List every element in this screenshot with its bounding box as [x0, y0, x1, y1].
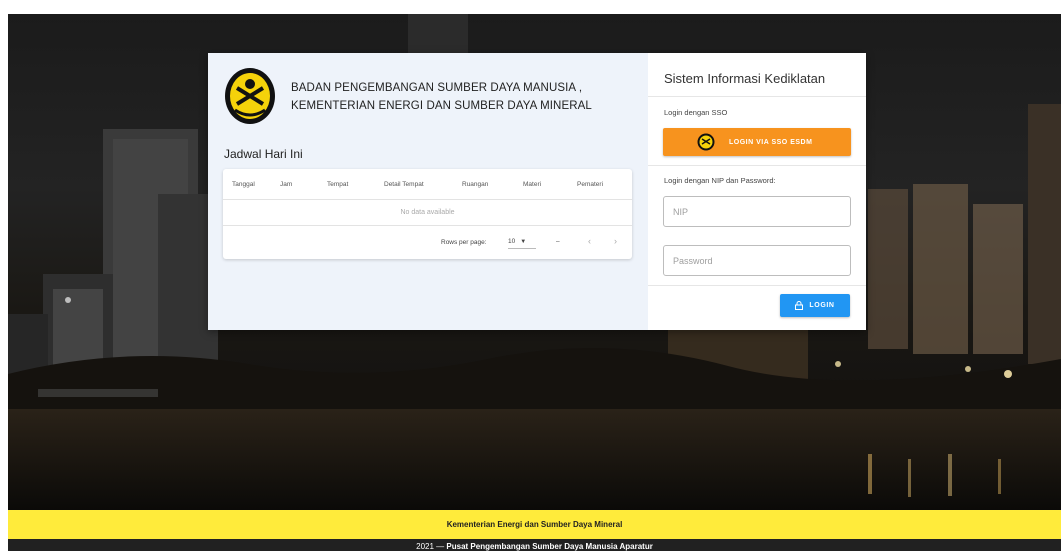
- nip-login-label: Login dengan NIP dan Password:: [664, 176, 776, 185]
- chevron-left-icon[interactable]: ‹: [588, 236, 591, 246]
- divider: [648, 285, 866, 286]
- column-header-jam[interactable]: Jam: [280, 181, 292, 188]
- organization-name: BADAN PENGEMBANGAN SUMBER DAYA MANUSIA ,…: [291, 79, 592, 115]
- column-header-tanggal[interactable]: Tanggal: [232, 181, 255, 188]
- column-header-detail-tempat[interactable]: Detail Tempat: [384, 181, 424, 188]
- sso-label: Login dengan SSO: [664, 108, 728, 117]
- chevron-right-icon[interactable]: ›: [614, 236, 617, 246]
- rows-per-page-label: Rows per page:: [441, 239, 487, 246]
- esdm-logo-icon: [697, 133, 715, 151]
- column-header-pemateri[interactable]: Pemateri: [577, 181, 603, 188]
- schedule-panel: BADAN PENGEMBANGAN SUMBER DAYA MANUSIA ,…: [208, 53, 648, 330]
- caret-down-icon: ▼: [520, 239, 527, 245]
- sso-login-button[interactable]: LOGIN VIA SSO ESDM: [663, 128, 851, 156]
- esdm-logo-icon: [225, 68, 275, 124]
- login-button[interactable]: LOGIN: [780, 294, 850, 317]
- footer-ministry: Kementerian Energi dan Sumber Daya Miner…: [8, 510, 1061, 539]
- nip-input[interactable]: [663, 196, 851, 227]
- org-line-1: BADAN PENGEMBANGAN SUMBER DAYA MANUSIA ,: [291, 82, 583, 94]
- table-header: Tanggal Jam Tempat Detail Tempat Ruangan…: [223, 169, 632, 200]
- schedule-table: Tanggal Jam Tempat Detail Tempat Ruangan…: [223, 169, 632, 259]
- schedule-title: Jadwal Hari Ini: [224, 147, 303, 161]
- org-line-2: KEMENTERIAN ENERGI DAN SUMBER DAYA MINER…: [291, 100, 592, 112]
- footer-year: 2021 —: [416, 542, 445, 551]
- footer-copyright: 2021 — Pusat Pengembangan Sumber Daya Ma…: [8, 539, 1061, 551]
- system-title: Sistem Informasi Kediklatan: [664, 71, 826, 86]
- login-button-label: LOGIN: [809, 302, 835, 309]
- footer-center-name: Pusat Pengembangan Sumber Daya Manusia A…: [446, 542, 653, 551]
- login-panel: Sistem Informasi Kediklatan Login dengan…: [648, 53, 866, 330]
- rows-per-page-select[interactable]: 10 ▼: [508, 238, 536, 249]
- page-range-text: –: [556, 238, 560, 245]
- column-header-ruangan[interactable]: Ruangan: [462, 181, 488, 188]
- divider: [648, 96, 866, 97]
- table-pagination: Rows per page: 10 ▼ – ‹ ›: [223, 226, 632, 258]
- sso-button-label: LOGIN VIA SSO ESDM: [729, 138, 813, 146]
- login-card: BADAN PENGEMBANGAN SUMBER DAYA MANUSIA ,…: [208, 53, 866, 330]
- column-header-tempat[interactable]: Tempat: [327, 181, 348, 188]
- column-header-materi[interactable]: Materi: [523, 181, 541, 188]
- rows-per-page-value: 10: [508, 238, 516, 245]
- lock-icon: [795, 301, 804, 310]
- password-input[interactable]: [663, 245, 851, 276]
- empty-table-message: No data available: [223, 200, 632, 226]
- divider: [648, 165, 866, 166]
